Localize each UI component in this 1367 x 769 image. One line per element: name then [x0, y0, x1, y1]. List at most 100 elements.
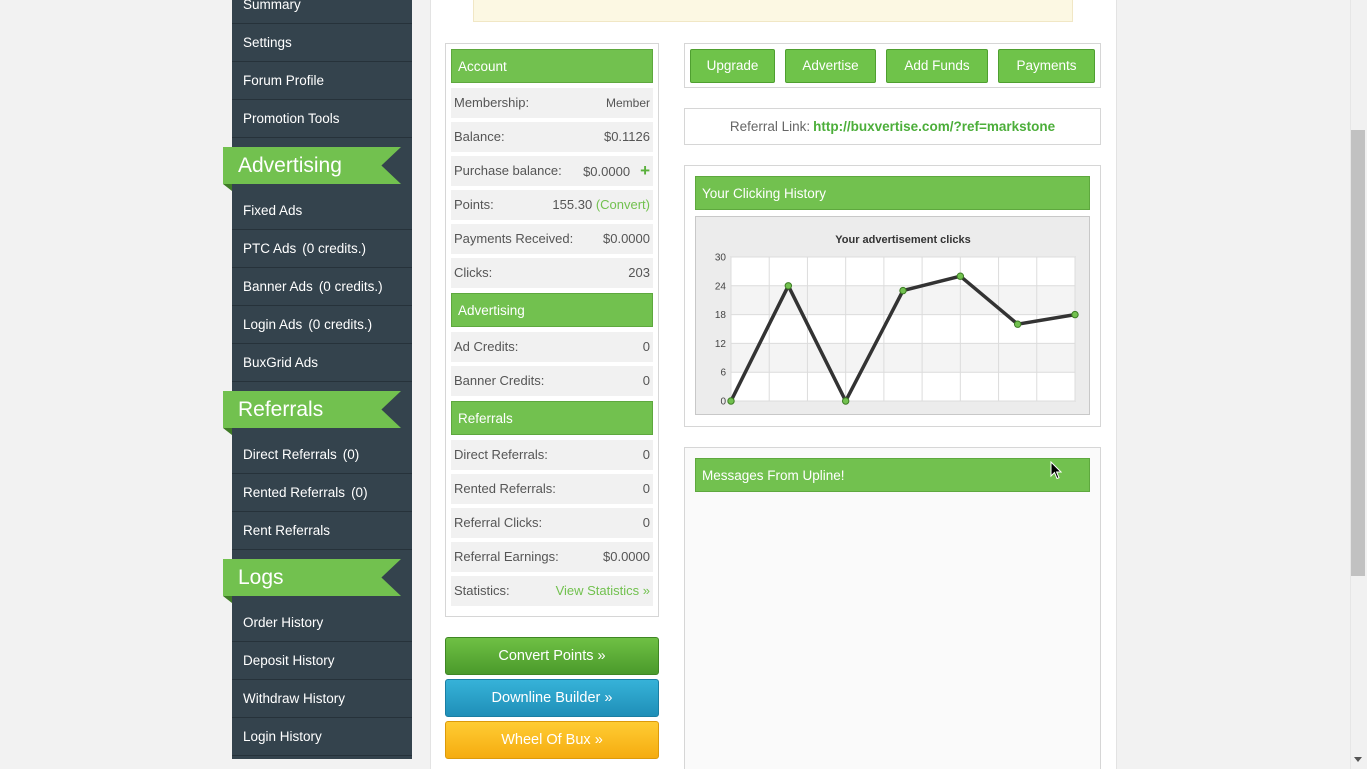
sidebar-item-count: (0) [351, 485, 368, 500]
chart-svg: Your advertisement clicks 0 6 12 18 24 30 [715, 234, 1079, 408]
sidebar-item-label: Login Ads [243, 317, 303, 332]
clicking-history-heading: Your Clicking History [695, 176, 1090, 210]
sidebar-item-label: Promotion Tools [243, 111, 340, 126]
stat-value: Member [605, 96, 650, 110]
view-statistics-link[interactable]: View Statistics » [556, 576, 650, 606]
sidebar-item-direct-referrals[interactable]: Direct Referrals (0) [232, 437, 412, 474]
stat-label: Clicks: [454, 265, 493, 280]
sidebar-item-fixed-ads[interactable]: Fixed Ads [232, 193, 412, 230]
membership-row: Membership: Member [451, 88, 653, 118]
ribbon-fold [223, 428, 232, 435]
y-tick-label: 12 [715, 339, 727, 350]
sidebar-item-label: Order History [243, 615, 324, 630]
data-point [727, 397, 735, 405]
stat-value: 0 [642, 447, 650, 462]
points-row: Points: 155.30 (Convert) [451, 190, 653, 220]
advertising-heading: Advertising [451, 293, 653, 327]
sidebar-item-banner-ads[interactable]: Banner Ads (0 credits.) [232, 269, 412, 306]
y-tick-label: 30 [715, 253, 727, 264]
sidebar-item-label: Direct Referrals [243, 447, 337, 462]
stat-label: Balance: [454, 129, 505, 144]
referral-link-box: Referral Link: http://buxvertise.com/?ref… [684, 108, 1101, 145]
ad-credits-row: Ad Credits: 0 [451, 332, 653, 362]
sidebar-item-count: (0) [342, 447, 360, 462]
sidebar-item-deposit-history[interactable]: Deposit History [232, 643, 412, 680]
convert-points-button[interactable]: Convert Points » [445, 637, 659, 675]
data-point [899, 286, 907, 295]
scroll-down-arrow-icon[interactable] [1354, 757, 1362, 762]
sidebar-item-label: Banner Ads [243, 279, 313, 294]
wheel-of-bux-button[interactable]: Wheel Of Bux » [445, 721, 659, 759]
data-point [1071, 310, 1079, 319]
statistics-row: Statistics: View Statistics » [451, 576, 653, 606]
sidebar-item-label: Withdraw History [243, 691, 346, 706]
data-point [841, 397, 850, 405]
stat-value: $0.0000 [603, 549, 650, 564]
stat-label: Ad Credits: [454, 339, 519, 354]
rented-referrals-row: Rented Referrals: 0 [451, 474, 653, 504]
sidebar-item-label: Login History [243, 729, 322, 744]
sidebar-item-settings[interactable]: Settings [232, 25, 412, 62]
advertise-button[interactable]: Advertise [785, 49, 876, 83]
sidebar-item-withdraw-history[interactable]: Withdraw History [232, 681, 412, 718]
account-heading: Account [451, 49, 653, 83]
sidebar-item-summary[interactable]: Summary [232, 0, 412, 24]
sidebar-item-forum-profile[interactable]: Forum Profile [232, 63, 412, 100]
stat-value: 0 [642, 515, 650, 530]
stat-label: Payments Received: [454, 231, 574, 246]
sidebar-item-count: (0 credits.) [308, 317, 373, 332]
referral-url-link[interactable]: http://buxvertise.com/?ref=markstone [813, 119, 1055, 134]
stat-label: Referral Earnings: [454, 549, 559, 564]
sidebar-item-ptc-ads[interactable]: PTC Ads (0 credits.) [232, 231, 412, 268]
balance-row: Balance: $0.1126 [451, 122, 653, 152]
add-funds-icon[interactable]: + [640, 161, 650, 180]
stat-label: Banner Credits: [454, 373, 545, 388]
sidebar-item-label: BuxGrid Ads [243, 355, 319, 370]
data-point [784, 282, 793, 290]
referrals-heading: Referrals [451, 401, 653, 435]
referral-clicks-row: Referral Clicks: 0 [451, 508, 653, 538]
sidebar-item-login-ads[interactable]: Login Ads (0 credits.) [232, 307, 412, 344]
payments-button[interactable]: Payments [998, 49, 1095, 83]
stat-value: $0.0000 [583, 163, 631, 179]
data-point [1013, 320, 1022, 328]
sidebar-item-label: Rented Referrals [243, 485, 346, 500]
stat-label: Rented Referrals: [454, 481, 556, 496]
y-tick-label: 6 [720, 368, 726, 379]
sidebar-item-label: PTC Ads [243, 241, 297, 256]
stat-value: 203 [628, 265, 650, 280]
sidebar-item-buxgrid-ads[interactable]: BuxGrid Ads [232, 345, 412, 382]
sidebar-item-login-history[interactable]: Login History [232, 719, 412, 756]
y-tick-label: 18 [715, 310, 727, 321]
purchase-balance-row: Purchase balance: $0.0000 + [451, 156, 653, 186]
sidebar-item-promotion-tools[interactable]: Promotion Tools [232, 101, 412, 138]
referral-earnings-row: Referral Earnings: $0.0000 [451, 542, 653, 572]
ribbon-fold [223, 184, 232, 191]
stat-value: 0 [642, 481, 650, 496]
downline-builder-button[interactable]: Downline Builder » [445, 679, 659, 717]
sidebar-item-rented-referrals[interactable]: Rented Referrals (0) [232, 475, 412, 512]
sidebar-item-label: Settings [243, 35, 292, 50]
stat-value: 155.30 [552, 197, 593, 212]
referral-label: Referral Link: [729, 119, 811, 134]
sidebar-item-order-history[interactable]: Order History [232, 605, 412, 642]
clicks-chart: Your advertisement clicks 0 6 12 18 24 30 [695, 216, 1090, 415]
sidebar-item-count: (0 credits.) [302, 241, 367, 256]
messages-heading: Messages From Upline! [695, 458, 1090, 492]
data-point [956, 272, 965, 280]
add-funds-button[interactable]: Add Funds [886, 49, 988, 83]
sidebar-item-count: (0 credits.) [318, 279, 383, 294]
ribbon-fold [223, 596, 232, 603]
stat-value: 0 [642, 373, 650, 388]
sidebar-heading-logs: Logs [223, 559, 401, 596]
sidebar-item-rent-referrals[interactable]: Rent Referrals [232, 513, 412, 550]
upgrade-button[interactable]: Upgrade [690, 49, 775, 83]
stat-label: Statistics: [454, 583, 510, 598]
stat-value: $0.0000 [603, 231, 650, 246]
scrollbar-thumb[interactable] [1351, 130, 1365, 576]
mouse-cursor-icon [1050, 460, 1063, 485]
sidebar-item-label: Fixed Ads [243, 203, 303, 218]
stat-label: Direct Referrals: [454, 447, 548, 462]
convert-link[interactable]: (Convert) [596, 197, 650, 212]
stat-label: Membership: [454, 95, 530, 110]
